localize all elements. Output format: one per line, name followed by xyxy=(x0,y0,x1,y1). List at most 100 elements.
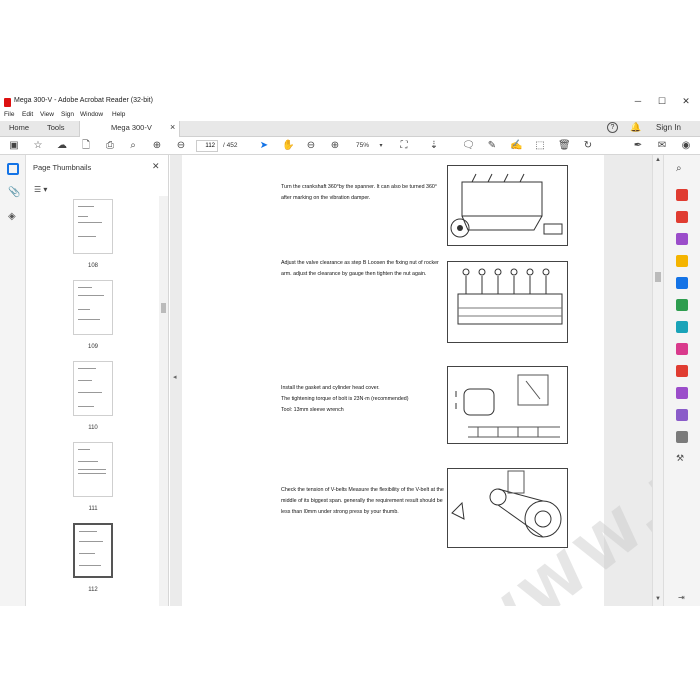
delete-icon[interactable]: 🗑 xyxy=(558,140,571,152)
account-icon[interactable]: ◉ xyxy=(680,140,692,152)
maximize-button[interactable]: ☐ xyxy=(652,96,672,107)
menu-sign[interactable]: Sign xyxy=(61,111,74,118)
select-arrow-icon[interactable]: ➤ xyxy=(258,140,270,152)
instruction-paragraph: Check the tension of V-belts Measure the… xyxy=(281,487,444,515)
sign-in-button[interactable]: Sign In xyxy=(656,123,681,132)
chevron-down-icon[interactable]: ▾ xyxy=(375,140,387,152)
menu-view[interactable]: View xyxy=(40,111,54,118)
scroll-up-icon[interactable]: ▲ xyxy=(655,157,661,163)
combine-files-icon[interactable] xyxy=(676,277,688,289)
search-icon[interactable]: ⌕ xyxy=(676,163,682,174)
send-for-signature-icon[interactable] xyxy=(676,387,688,399)
menu-help[interactable]: Help xyxy=(112,111,125,118)
find-icon[interactable]: ⌕ xyxy=(127,140,139,152)
tab-bar: Home Tools Mega 300-V × ? 🔔 Sign In xyxy=(0,121,700,137)
hand-tool-icon[interactable]: ✋ xyxy=(282,140,294,152)
stamp-icon[interactable]: ⬚ xyxy=(534,140,546,152)
window-title: Mega 300-V - Adobe Acrobat Reader (32-bi… xyxy=(14,97,153,104)
zoom-level-dropdown[interactable]: 75% xyxy=(356,142,369,149)
comment-icon[interactable]: 🗨 xyxy=(462,140,475,152)
thumbnails-panel: Page Thumbnails ✕ ☰ ▾ 108 109 110 111 11… xyxy=(26,155,169,606)
organize-pages-icon[interactable] xyxy=(676,299,688,311)
share-file-icon[interactable]: 🗋 xyxy=(80,140,92,152)
save-icon[interactable]: ▣ xyxy=(8,140,20,152)
minimize-button[interactable]: ─ xyxy=(628,96,648,106)
thumbnail-page[interactable] xyxy=(73,199,113,254)
customize-tools-icon[interactable]: ⚒ xyxy=(676,453,684,464)
thumbnail-page[interactable] xyxy=(73,280,113,335)
thumbnails-scrollbar[interactable] xyxy=(159,196,168,606)
protect-icon[interactable] xyxy=(676,365,688,377)
page-number-input[interactable]: 112 xyxy=(196,140,218,152)
panel-title: Page Thumbnails xyxy=(33,163,92,172)
zoom-out-icon[interactable]: ⊖ xyxy=(305,140,317,152)
menu-bar: File Edit View Sign Window Help xyxy=(0,110,700,121)
collapse-left-panel-icon[interactable]: ◂ xyxy=(173,373,177,381)
cylinder-head-cover-figure xyxy=(447,366,568,444)
panel-close-icon[interactable]: ✕ xyxy=(152,161,160,172)
close-window-button[interactable]: ✕ xyxy=(676,96,696,107)
thumbnail-page[interactable] xyxy=(73,361,113,416)
page-fit-icon[interactable]: ⛶ xyxy=(398,140,410,152)
layers-icon[interactable]: ◈ xyxy=(8,211,16,222)
left-navigation-rail: 📎 ◈ xyxy=(0,155,26,606)
request-signature-icon[interactable] xyxy=(676,409,688,421)
help-icon[interactable]: ? xyxy=(607,122,618,133)
tab-tools[interactable]: Tools xyxy=(47,123,65,132)
create-pdf-icon[interactable] xyxy=(676,211,688,223)
upload-cloud-icon[interactable]: ☁ xyxy=(56,140,68,152)
tab-home[interactable]: Home xyxy=(9,123,29,132)
tools-pane: ⌕ ⚒ ⇥ xyxy=(663,155,700,606)
scroll-mode-icon[interactable]: ⇣ xyxy=(428,140,440,152)
page-thumbnails-icon[interactable] xyxy=(7,163,19,175)
bookmark-star-icon[interactable]: ☆ xyxy=(32,140,44,152)
export-pdf-icon[interactable] xyxy=(676,189,688,201)
title-bar: Mega 300-V - Adobe Acrobat Reader (32-bi… xyxy=(0,96,700,110)
document-scroll-thumb[interactable] xyxy=(655,272,661,282)
page-total: / 452 xyxy=(223,142,238,149)
scroll-down-icon[interactable]: ▼ xyxy=(655,596,661,602)
edit-pdf-icon[interactable] xyxy=(676,233,688,245)
fill-and-sign-icon[interactable] xyxy=(676,343,688,355)
tab-close-icon[interactable]: × xyxy=(170,122,175,132)
instruction-paragraph: Install the gasket and cylinder head cov… xyxy=(281,385,409,413)
expand-pane-icon[interactable]: ⇥ xyxy=(678,593,685,602)
document-scrollbar[interactable]: ▲ ▼ xyxy=(652,155,663,606)
document-view[interactable]: ◂ Turn the crankshaft 360°by the spanner… xyxy=(170,144,700,606)
pdf-page: Turn the crankshaft 360°by the spanner. … xyxy=(182,144,700,606)
previous-page-icon[interactable]: ⊕ xyxy=(151,140,163,152)
v-belt-tension-figure xyxy=(447,468,568,548)
print-icon[interactable]: ⎙ xyxy=(104,140,116,152)
toolbar: ▣ ☆ ☁ 🗋 ⎙ ⌕ ⊕ ⊖ 112 / 452 ➤ ✋ ⊖ ⊕ 75% ▾ … xyxy=(0,137,700,155)
thumbnail-page-number: 111 xyxy=(88,506,98,512)
more-tools-icon[interactable] xyxy=(676,431,688,443)
thumbnails-scroll-thumb[interactable] xyxy=(161,303,166,313)
email-icon[interactable]: ✉ xyxy=(656,140,668,152)
tab-document[interactable]: Mega 300-V × xyxy=(79,121,180,137)
scan-ocr-icon[interactable] xyxy=(676,321,688,333)
menu-edit[interactable]: Edit xyxy=(22,111,33,118)
menu-file[interactable]: File xyxy=(4,111,14,118)
thumbnail-page-number: 112 xyxy=(88,587,98,593)
instruction-paragraph: Adjust the valve clearance as step B Loo… xyxy=(281,260,439,277)
zoom-in-icon[interactable]: ⊕ xyxy=(329,140,341,152)
next-page-icon[interactable]: ⊖ xyxy=(175,140,187,152)
crankshaft-figure xyxy=(447,165,568,246)
thumbnail-page-number: 109 xyxy=(87,344,98,350)
fill-sign-icon[interactable]: ✒ xyxy=(632,140,644,152)
menu-window[interactable]: Window xyxy=(80,111,103,118)
thumbnail-options-icon[interactable]: ☰ ▾ xyxy=(34,185,47,194)
highlight-pen-icon[interactable]: ✎ xyxy=(486,140,498,152)
rotate-icon[interactable]: ↻ xyxy=(582,140,594,152)
thumbnail-page-selected[interactable] xyxy=(73,523,113,578)
comment-tool-icon[interactable] xyxy=(676,255,688,267)
valve-clearance-figure xyxy=(447,261,568,343)
attachments-icon[interactable]: 📎 xyxy=(8,187,20,198)
thumbnail-page-number: 108 xyxy=(87,263,98,269)
draw-icon[interactable]: ✍ xyxy=(510,140,522,152)
notifications-bell-icon[interactable]: 🔔 xyxy=(630,122,641,133)
thumbnail-page[interactable] xyxy=(73,442,113,497)
acrobat-window: Mega 300-V - Adobe Acrobat Reader (32-bi… xyxy=(0,96,700,606)
instruction-paragraph: Turn the crankshaft 360°by the spanner. … xyxy=(281,184,437,201)
thumbnail-page-number: 110 xyxy=(88,425,98,431)
